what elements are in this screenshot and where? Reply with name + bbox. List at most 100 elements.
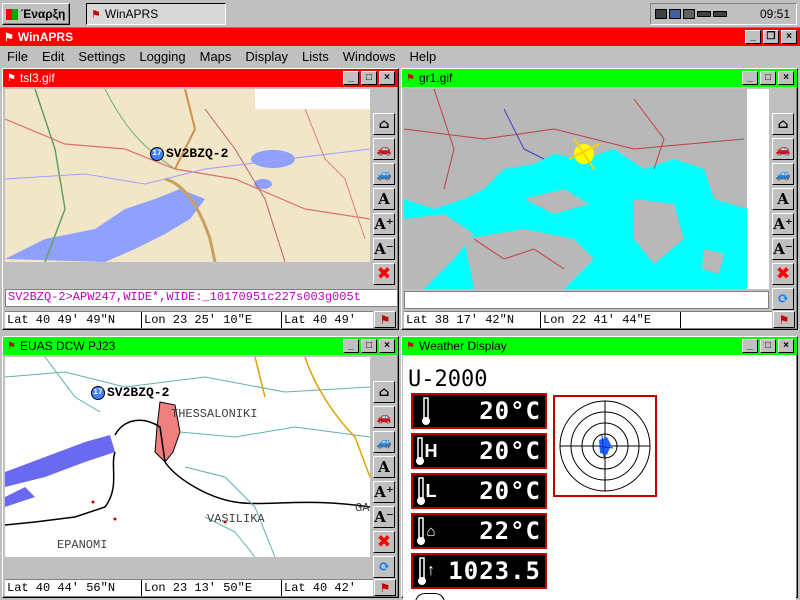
- font-button[interactable]: A: [373, 456, 395, 478]
- map-view[interactable]: 17 SV2BZQ-2 THESSALONIKI VASILIKA EPANOM…: [5, 357, 370, 557]
- clear-button[interactable]: ✖: [373, 263, 395, 285]
- menu-lists[interactable]: Lists: [295, 49, 336, 64]
- station-symbol-icon: 17: [150, 146, 164, 161]
- reading-value: 20°C: [479, 397, 541, 425]
- zoom-out-car-button[interactable]: 🚙: [373, 163, 395, 185]
- font-button[interactable]: A: [772, 188, 794, 210]
- reading-value: 20°C: [479, 477, 541, 505]
- station-marker[interactable]: 17 SV2BZQ-2: [150, 146, 228, 161]
- weather-panel: U-2000 20°C H 20°C L 20°C ⌂ 22°C ↑ 1023.…: [403, 355, 796, 600]
- map-window-euas: ⚑ EUAS DCW PJ23 _ □ × 17 SV2BZQ-2 THESSA…: [2, 336, 399, 598]
- font-smaller-button[interactable]: A⁻: [772, 238, 794, 260]
- start-button[interactable]: Έναρξη: [2, 3, 70, 25]
- tray-volume-icon[interactable]: [683, 9, 695, 19]
- zoom-out-car-button[interactable]: 🚙: [373, 431, 395, 453]
- flag-icon[interactable]: ⚑: [374, 579, 396, 596]
- tray-network-icon[interactable]: [669, 9, 681, 19]
- packet-line: SV2BZQ-2>APW247,WIDE*,WIDE:_10170951c227…: [5, 289, 398, 307]
- map-view[interactable]: [404, 89, 769, 289]
- reading-value: 1023.5: [448, 557, 541, 585]
- zoom-out-car-button[interactable]: 🚙: [772, 163, 794, 185]
- minimize-button[interactable]: _: [742, 339, 758, 353]
- thermometer-high-icon: H: [413, 435, 439, 467]
- app-title-bar: ⚑ WinAPRS _ ❐ ×: [0, 28, 800, 46]
- maximize-button[interactable]: □: [361, 71, 377, 85]
- font-smaller-button[interactable]: A⁻: [373, 506, 395, 528]
- app-title: WinAPRS: [17, 30, 74, 44]
- map-toolbar: ⌂ 🚗 🚙 A A⁺ A⁻ ✖ ⟳: [372, 381, 396, 578]
- winaprs-app-icon: ⚑: [7, 72, 16, 84]
- home-button[interactable]: ⌂: [373, 113, 395, 135]
- window-title-bar: ⚑ EUAS DCW PJ23 _ □ ×: [3, 337, 398, 355]
- font-larger-button[interactable]: A⁺: [373, 213, 395, 235]
- window-title: tsl3.gif: [19, 71, 55, 85]
- close-button[interactable]: ×: [379, 339, 395, 353]
- status-bar: Lat 38 17' 42"N Lon 22 41' 44"E: [404, 311, 772, 328]
- flag-icon[interactable]: ⚑: [374, 311, 396, 328]
- menu-file[interactable]: File: [0, 49, 35, 64]
- pressure-rising-icon: ↑: [413, 555, 439, 587]
- status-lat-2: Lat 40 49': [284, 313, 357, 327]
- station-symbol-icon: 17: [91, 385, 105, 400]
- home-button[interactable]: ⌂: [373, 381, 395, 403]
- menu-windows[interactable]: Windows: [336, 49, 403, 64]
- station-marker[interactable]: 17 SV2BZQ-2: [91, 385, 169, 400]
- status-bar: Lat 40 49' 49"N Lon 23 25' 10"E Lat 40 4…: [5, 311, 373, 328]
- window-title-bar: ⚑ tsl3.gif _ □ ×: [3, 69, 398, 87]
- window-title-bar: ⚑ gr1.gif _ □ ×: [402, 69, 797, 87]
- minimize-button[interactable]: _: [745, 30, 761, 44]
- tray-indicator-icon[interactable]: [713, 11, 727, 17]
- flag-icon[interactable]: ⚑: [773, 311, 795, 328]
- close-button[interactable]: ×: [778, 71, 794, 85]
- gauge-icon: [415, 593, 445, 600]
- restore-button[interactable]: ❐: [763, 30, 779, 44]
- indoor-temperature-reading: ⌂ 22°C: [411, 513, 547, 549]
- taskbar-button-winaprs[interactable]: ⚑ WinAPRS: [86, 3, 226, 25]
- minimize-button[interactable]: _: [343, 339, 359, 353]
- minimize-button[interactable]: _: [742, 71, 758, 85]
- close-button[interactable]: ×: [379, 71, 395, 85]
- station-callsign: SV2BZQ-2: [166, 146, 229, 161]
- map-toolbar: ⌂ 🚗 🚙 A A⁺ A⁻ ✖: [372, 113, 396, 285]
- thermometer-low-icon: L: [413, 475, 439, 507]
- menu-maps[interactable]: Maps: [193, 49, 239, 64]
- minimize-button[interactable]: _: [343, 71, 359, 85]
- window-title: Weather Display: [418, 339, 507, 353]
- temperature-reading: 20°C: [411, 393, 547, 429]
- tray-battery-icon[interactable]: [697, 11, 711, 17]
- tray-app-icon[interactable]: [655, 9, 667, 19]
- refresh-icon[interactable]: ⟳: [772, 288, 794, 310]
- close-button[interactable]: ×: [778, 339, 794, 353]
- system-tray: 09:51: [650, 3, 797, 25]
- temperature-high-reading: H 20°C: [411, 433, 547, 469]
- zoom-in-car-button[interactable]: 🚗: [373, 406, 395, 428]
- font-smaller-button[interactable]: A⁻: [373, 238, 395, 260]
- status-bar: Lat 40 44' 56"N Lon 23 13' 50"E Lat 40 4…: [5, 579, 373, 596]
- clear-button[interactable]: ✖: [772, 263, 794, 285]
- map-view[interactable]: 17 SV2BZQ-2: [5, 89, 370, 262]
- menu-logging[interactable]: Logging: [132, 49, 192, 64]
- home-button[interactable]: ⌂: [772, 113, 794, 135]
- font-larger-button[interactable]: A⁺: [772, 213, 794, 235]
- zoom-in-car-button[interactable]: 🚗: [772, 138, 794, 160]
- thermometer-icon: [413, 395, 439, 427]
- font-button[interactable]: A: [373, 188, 395, 210]
- winaprs-app-icon: ⚑: [406, 72, 415, 84]
- winaprs-app-icon: ⚑: [91, 8, 101, 21]
- menu-help[interactable]: Help: [403, 49, 444, 64]
- maximize-button[interactable]: □: [760, 339, 776, 353]
- menu-bar: File Edit Settings Logging Maps Display …: [0, 46, 800, 66]
- menu-display[interactable]: Display: [238, 49, 295, 64]
- menu-edit[interactable]: Edit: [35, 49, 71, 64]
- maximize-button[interactable]: □: [361, 339, 377, 353]
- status-lat: Lat 38 17' 42"N: [404, 312, 541, 328]
- refresh-icon[interactable]: ⟳: [373, 556, 395, 578]
- map-image: [5, 357, 370, 557]
- maximize-button[interactable]: □: [760, 71, 776, 85]
- zoom-in-car-button[interactable]: 🚗: [373, 138, 395, 160]
- clear-button[interactable]: ✖: [373, 531, 395, 553]
- taskbar-button-label: WinAPRS: [104, 7, 159, 21]
- close-button[interactable]: ×: [781, 30, 797, 44]
- menu-settings[interactable]: Settings: [71, 49, 132, 64]
- font-larger-button[interactable]: A⁺: [373, 481, 395, 503]
